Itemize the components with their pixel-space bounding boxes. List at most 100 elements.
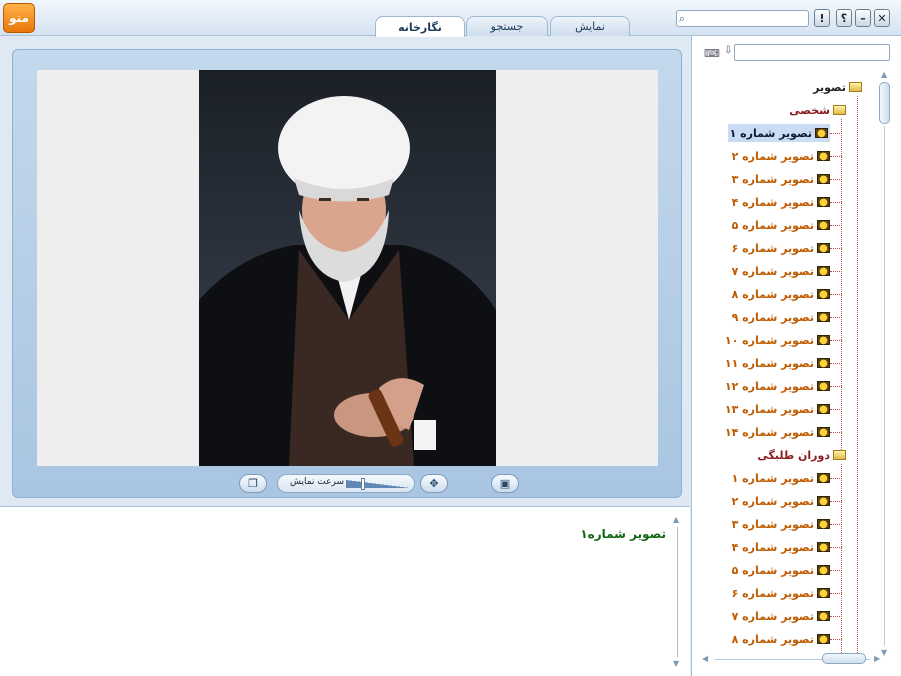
copy-icon: ❐ <box>248 477 258 490</box>
scroll-track <box>884 126 885 646</box>
scroll-down-icon[interactable]: ▼ <box>673 659 679 668</box>
tree-node-label: تصویر شماره ۵ <box>731 563 814 577</box>
info-button[interactable]: ! <box>814 9 830 27</box>
tree-node-label: تصویر شماره ۷ <box>731 609 814 623</box>
tree-node-label: تصویر شماره ۱ <box>731 471 814 485</box>
tree-item[interactable]: ● تصویر شماره ۱ <box>727 124 830 142</box>
folder-open-icon <box>833 105 846 115</box>
camera-icon: ● <box>817 427 830 438</box>
folder-open-icon <box>849 82 862 92</box>
tree-root[interactable]: تصویر <box>813 78 862 96</box>
tree-search-input[interactable] <box>734 44 890 61</box>
displayed-photo[interactable] <box>199 70 496 466</box>
camera-icon: ● <box>817 335 830 346</box>
window-search-input[interactable]: ⌕ <box>676 10 809 27</box>
caption-text: تصویر شماره۱ <box>580 527 666 541</box>
tree-node-label: تصویر شماره ۱۴ <box>724 425 814 439</box>
tree-item[interactable]: ● تصویر شماره ۶ <box>732 239 830 257</box>
tree-node-label: تصویر شماره ۳ <box>731 172 814 186</box>
tree-group[interactable]: دوران طلبگی <box>757 446 846 464</box>
camera-icon: ● <box>817 611 830 622</box>
tree-node-label: دوران طلبگی <box>757 448 830 462</box>
tree-item[interactable]: ● تصویر شماره ۳ <box>732 170 830 188</box>
tree-item[interactable]: ● تصویر شماره ۴ <box>732 193 830 211</box>
camera-icon: ● <box>817 634 830 645</box>
tree-horizontal-scrollbar[interactable]: ◀ ▶ <box>702 653 882 665</box>
help-button[interactable]: ؟ <box>836 9 852 27</box>
copy-button[interactable]: ❐ <box>239 474 267 493</box>
scroll-track <box>677 527 678 657</box>
tree-item[interactable]: ● تصویر شماره ۳ <box>732 515 830 533</box>
camera-icon: ● <box>817 151 830 162</box>
tree-connector <box>841 119 842 454</box>
tree-item[interactable]: ● تصویر شماره ۲ <box>732 147 830 165</box>
scroll-thumb[interactable] <box>879 82 890 124</box>
tree-item[interactable]: ● تصویر شماره ۷ <box>732 262 830 280</box>
title-bar: منو نگارخانه جستجو نمایش ⌕ ! ؟ – ✕ <box>0 0 901 37</box>
camera-icon: ● <box>817 565 830 576</box>
camera-icon: ● <box>817 519 830 530</box>
menu-button[interactable]: منو <box>3 3 35 33</box>
speed-label: سرعت نمایش <box>289 477 344 487</box>
tree-connector <box>857 96 858 653</box>
fullscreen-button[interactable]: ✥ <box>420 474 448 493</box>
tree-group[interactable]: شخصی <box>789 101 846 119</box>
tree-node-label: تصویر شماره ۲ <box>731 149 814 163</box>
camera-icon: ● <box>815 128 828 139</box>
camera-icon: ● <box>817 243 830 254</box>
minimize-button[interactable]: – <box>855 9 871 27</box>
tree-node-label: شخصی <box>789 103 830 117</box>
folder-open-icon <box>833 450 846 460</box>
camera-icon: ● <box>817 312 830 323</box>
camera-icon: ● <box>817 496 830 507</box>
speed-control[interactable]: سرعت نمایش <box>277 474 415 493</box>
save-button[interactable]: ▣ <box>491 474 519 493</box>
tree-node-label: تصویر شماره ۶ <box>731 241 814 255</box>
down-arrow-icon[interactable]: ⇩ <box>724 45 732 56</box>
tree-item[interactable]: ● تصویر شماره ۱۰ <box>725 331 830 349</box>
camera-icon: ● <box>817 358 830 369</box>
camera-icon: ● <box>817 289 830 300</box>
camera-icon: ● <box>817 588 830 599</box>
scroll-thumb[interactable] <box>822 653 866 664</box>
tree-item[interactable]: ● تصویر شماره ۲ <box>732 492 830 510</box>
scroll-up-icon[interactable]: ▲ <box>673 515 679 524</box>
caption-scrollbar[interactable]: ▲ ▼ <box>672 515 684 670</box>
camera-icon: ● <box>817 404 830 415</box>
tree-item[interactable]: ● تصویر شماره ۱۴ <box>725 423 830 441</box>
tree-node-label: تصویر شماره ۴ <box>731 195 814 209</box>
tree-item[interactable]: ● تصویر شماره ۶ <box>732 584 830 602</box>
tab-display[interactable]: نمایش <box>550 16 630 36</box>
tree-vertical-scrollbar[interactable]: ▲ ▼ <box>879 70 891 658</box>
tree-item[interactable]: ● تصویر شماره ۴ <box>732 538 830 556</box>
scroll-right-icon[interactable]: ▶ <box>874 654 880 663</box>
tree-item[interactable]: ● تصویر شماره ۵ <box>732 216 830 234</box>
tree-item[interactable]: ● تصویر شماره ۷ <box>732 607 830 625</box>
camera-icon: ● <box>817 473 830 484</box>
tree-item[interactable]: ● تصویر شماره ۸ <box>732 285 830 303</box>
tree-item[interactable]: ● تصویر شماره ۱۲ <box>725 377 830 395</box>
tree-node-label: تصویر شماره ۹ <box>731 310 814 324</box>
keyboard-icon[interactable]: ⌨ <box>704 47 720 60</box>
scroll-up-icon[interactable]: ▲ <box>881 70 887 79</box>
tab-gallery[interactable]: نگارخانه <box>375 16 465 37</box>
tree-node-label: تصویر <box>813 80 846 94</box>
move-arrows-icon: ✥ <box>429 477 439 490</box>
tree-item[interactable]: ● تصویر شماره ۱۱ <box>725 354 830 372</box>
tree-item[interactable]: ● تصویر شماره ۸ <box>732 630 830 648</box>
tree-node-label: تصویر شماره ۸ <box>731 287 814 301</box>
tree-node-label: تصویر شماره ۱۰ <box>724 333 814 347</box>
tree-node-label: تصویر شماره ۱۳ <box>724 402 814 416</box>
speed-slider-knob[interactable] <box>361 478 365 490</box>
speed-slider-track[interactable] <box>346 480 410 488</box>
tree-node-label: تصویر شماره ۲ <box>731 494 814 508</box>
tree-connector <box>841 464 842 661</box>
tree-item[interactable]: ● تصویر شماره ۱۳ <box>725 400 830 418</box>
tree-item[interactable]: ● تصویر شماره ۱ <box>732 469 830 487</box>
tab-search[interactable]: جستجو <box>466 16 548 36</box>
tree-item[interactable]: ● تصویر شماره ۹ <box>732 308 830 326</box>
scroll-left-icon[interactable]: ◀ <box>702 654 708 663</box>
close-button[interactable]: ✕ <box>874 9 890 27</box>
tree-node-label: تصویر شماره ۶ <box>731 586 814 600</box>
tree-item[interactable]: ● تصویر شماره ۵ <box>732 561 830 579</box>
